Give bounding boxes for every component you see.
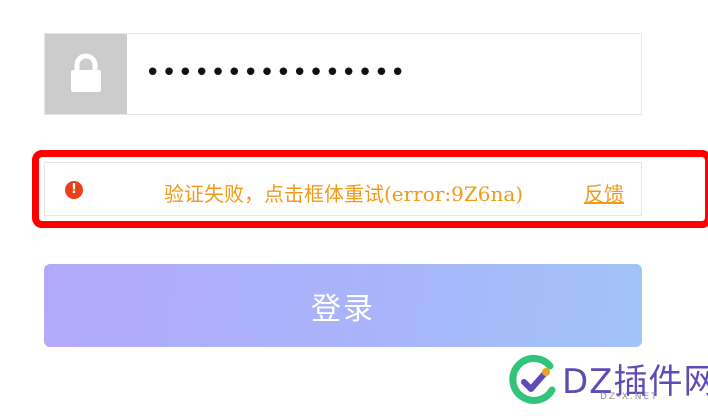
password-value[interactable]: •••••••••••••••• [145, 58, 406, 88]
watermark-subtext: DZ-X.NET [600, 392, 659, 402]
captcha-error-message[interactable]: 验证失败，点击框体重试(error:9Z6na) [164, 178, 523, 207]
password-field[interactable]: •••••••••••••••• [44, 33, 642, 115]
exclamation-circle-icon: ! [65, 181, 83, 199]
watermark: DZ插件网 DZ-X.NET [506, 352, 708, 408]
dz-logo-icon [509, 354, 556, 404]
password-icon-box [45, 34, 127, 114]
login-button[interactable]: 登录 [44, 264, 642, 347]
lock-icon [71, 53, 101, 92]
feedback-link[interactable]: 反馈 [584, 178, 624, 207]
